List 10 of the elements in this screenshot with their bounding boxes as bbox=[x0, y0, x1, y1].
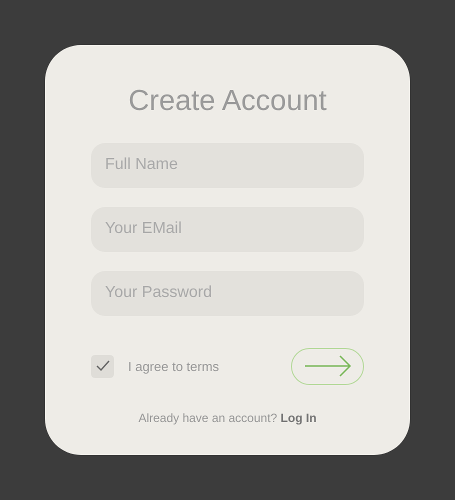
arrow-right-icon bbox=[304, 355, 352, 378]
login-prompt: Already have an account? Log In bbox=[137, 410, 318, 425]
checkmark-icon bbox=[96, 360, 110, 372]
form-title: Create Account bbox=[127, 84, 328, 119]
terms-label: I agree to terms bbox=[128, 358, 220, 374]
input-field[interactable]: Your Password bbox=[91, 270, 364, 316]
input-field[interactable]: Your EMail bbox=[91, 206, 364, 252]
checkbox[interactable] bbox=[91, 354, 114, 378]
input-field[interactable]: Full Name bbox=[91, 142, 364, 188]
login-link[interactable]: Log In bbox=[280, 410, 317, 425]
